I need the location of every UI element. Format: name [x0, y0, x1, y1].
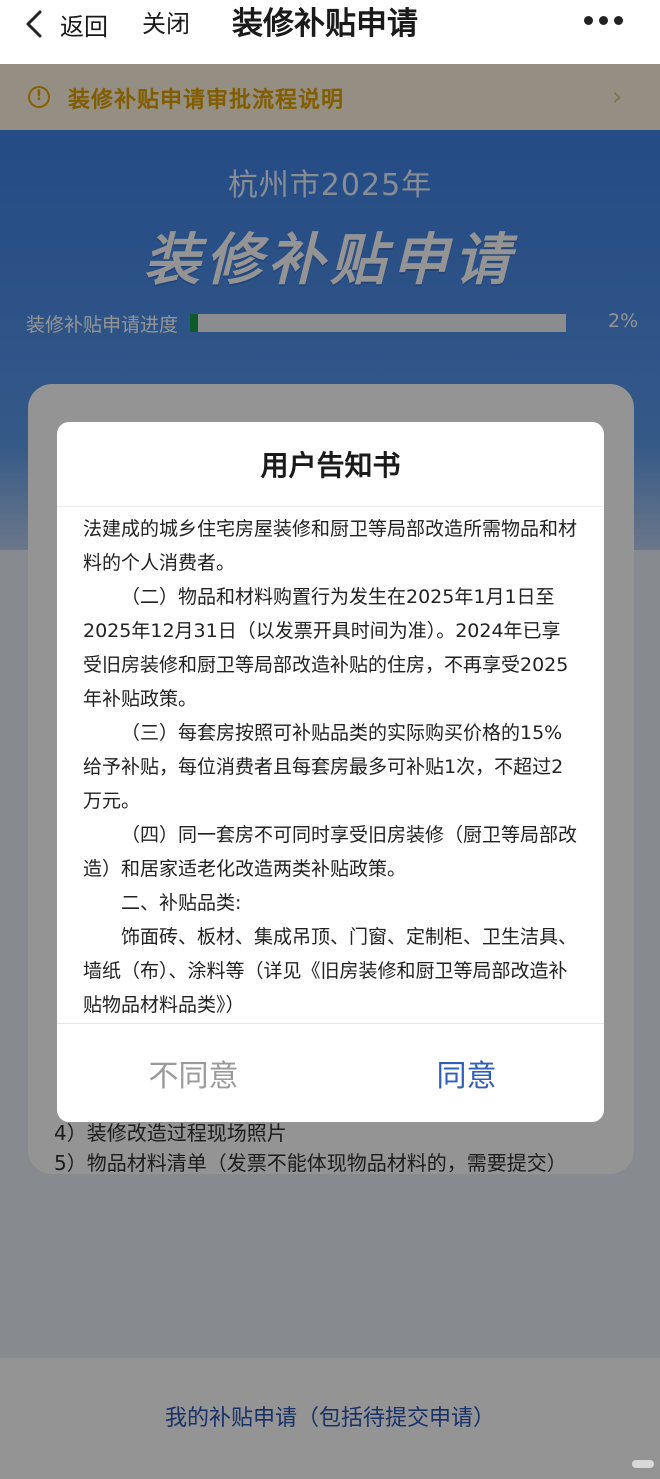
agree-button[interactable]: 同意 [330, 1024, 603, 1122]
dialog-title: 用户告知书 [260, 449, 401, 482]
back-label: 返回 [60, 12, 108, 41]
dialog-paragraph: 二、补贴品类: [121, 892, 242, 914]
disagree-button[interactable]: 不同意 [57, 1024, 330, 1122]
more-menu-icon[interactable] [584, 16, 623, 25]
chevron-left-icon [26, 10, 42, 38]
dialog-paragraph: 法建成的城乡住宅房屋装修和厨卫等局部改造所需物品和材料的个人消费者。 [83, 518, 578, 574]
nav-bar: 返回 关闭 装修补贴申请 [0, 0, 660, 64]
page-title: 装修补贴申请 [232, 6, 418, 42]
dialog-paragraph: 饰面砖、板材、集成吊顶、门窗、定制柜、卫生洁具、墙纸（布）、涂料等（详见《旧房装… [83, 926, 578, 1016]
home-indicator [632, 1460, 654, 1468]
divider [57, 506, 604, 507]
dialog-body-scroll[interactable]: 法建成的城乡住宅房屋装修和厨卫等局部改造所需物品和材料的个人消费者。 （二）物品… [83, 512, 578, 1022]
user-notice-dialog: 用户告知书 法建成的城乡住宅房屋装修和厨卫等局部改造所需物品和材料的个人消费者。… [57, 422, 604, 1122]
dialog-paragraph: （四）同一套房不可同时享受旧房装修（厨卫等局部改造）和居家适老化改造两类补贴政策… [83, 824, 578, 880]
dialog-paragraph: （二）物品和材料购置行为发生在2025年1月1日至2025年12月31日（以发票… [83, 586, 569, 710]
back-button[interactable]: 返回 [24, 8, 108, 41]
close-button[interactable]: 关闭 [142, 8, 190, 40]
dialog-paragraph: （三）每套房按照可补贴品类的实际购买价格的15%给予补贴，每位消费者且每套房最多… [83, 722, 564, 812]
